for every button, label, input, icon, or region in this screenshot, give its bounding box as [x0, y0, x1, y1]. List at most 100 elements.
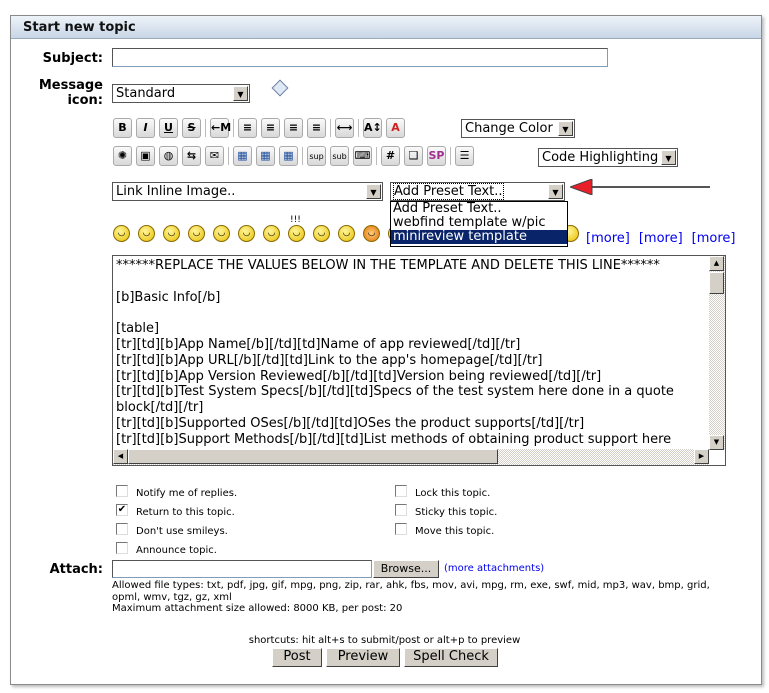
chevron-down-icon: ▼ [233, 86, 248, 101]
option-label: Return to this topic. [136, 507, 235, 518]
align-left-button[interactable]: ≡ [261, 118, 280, 138]
more-smileys-link[interactable]: [more] [639, 231, 683, 246]
align-left-icon: ≡ [265, 121, 276, 134]
vertical-scrollbar[interactable]: ▲ ▼ [709, 256, 725, 450]
font-size-button[interactable]: A↕ [363, 118, 382, 138]
underline-button[interactable]: U [159, 118, 178, 138]
email-button[interactable]: ✉ [205, 146, 224, 166]
bold-button[interactable]: B [113, 118, 132, 138]
strikethrough-button[interactable]: S [182, 118, 201, 138]
smiley-icon[interactable]: ◡ [188, 225, 205, 242]
option-checkbox[interactable] [116, 541, 128, 554]
scroll-left-icon[interactable]: ◀ [113, 449, 128, 464]
list-icon: ☰ [459, 149, 470, 162]
message-icon-select[interactable]: Standard ▼ [112, 84, 250, 103]
attach-file-input[interactable] [112, 560, 372, 578]
table-column-button[interactable]: ▦ [279, 146, 298, 166]
smiley-icon[interactable]: ◡ [338, 225, 355, 242]
align-justify-icon: ≡ [242, 121, 253, 134]
horizontal-rule-button[interactable]: ⟷ [335, 118, 354, 138]
more-attachments-link[interactable]: (more attachments) [444, 563, 544, 574]
smiley-icon[interactable]: ◡ [313, 225, 330, 242]
smiley-icon[interactable]: ◡ [113, 225, 130, 242]
underline-icon: U [164, 121, 173, 134]
align-center-button[interactable]: ≡ [284, 118, 303, 138]
more-smileys-link[interactable]: [more] [692, 231, 736, 246]
preset-text-select[interactable]: Add Preset Text.. ▼ [390, 182, 565, 201]
chevron-down-icon: ▼ [661, 150, 676, 165]
align-right-button[interactable]: ≡ [307, 118, 326, 138]
option-checkbox[interactable] [395, 484, 407, 497]
ftp-button[interactable]: ⇆ [182, 146, 201, 166]
option-row: Notify me of replies. [116, 481, 237, 500]
max-attachment-size: Maximum attachment size allowed: 8000 KB… [112, 603, 403, 614]
superscript-button[interactable]: sup [307, 146, 326, 166]
spoiler-button[interactable]: SP [427, 146, 446, 166]
spell-check-button[interactable]: Spell Check [404, 648, 498, 667]
table-button[interactable]: ▦ [233, 146, 252, 166]
scroll-thumb-horizontal[interactable] [128, 449, 498, 464]
horizontal-scrollbar[interactable]: ◀ ▶ [113, 449, 709, 465]
horizontal-rule-icon: ⟷ [336, 121, 353, 134]
align-justify-button[interactable]: ≡ [238, 118, 257, 138]
smiley-icon[interactable]: ◡ [288, 225, 305, 242]
option-row: Move this topic. [395, 519, 497, 538]
option-checkbox[interactable] [116, 522, 128, 535]
panel-title: Start new topic [11, 16, 761, 39]
option-label: Move this topic. [415, 526, 495, 537]
browse-button[interactable]: Browse... [373, 560, 439, 578]
smiley-icon[interactable]: ◡ [263, 225, 280, 242]
flash-button[interactable]: ✺ [113, 146, 132, 166]
table-column-icon: ▦ [283, 149, 294, 162]
message-textarea[interactable]: ******REPLACE THE VALUES BELOW IN THE TE… [112, 255, 726, 466]
option-checkbox[interactable] [395, 522, 407, 535]
scroll-down-icon[interactable]: ▼ [709, 435, 724, 450]
toolbar-separator [376, 147, 377, 165]
quote-button[interactable]: ❑ [404, 146, 423, 166]
allowed-file-types: Allowed file types: txt, pdf, jpg, gif, … [112, 580, 710, 603]
table-row-button[interactable]: ▦ [256, 146, 275, 166]
scroll-thumb[interactable] [709, 272, 724, 294]
more-smileys-link[interactable]: [more] [586, 231, 630, 246]
smiley-icon[interactable]: ◡ [163, 225, 180, 242]
toolbar-separator [330, 119, 331, 137]
smiley-exclaim-label: !!! [290, 215, 301, 225]
preset-option[interactable]: Add Preset Text.. [391, 202, 567, 216]
smiley-icon[interactable]: ◡ [238, 225, 255, 242]
preset-option[interactable]: webfind template w/pic [391, 216, 567, 230]
option-label: Announce topic. [136, 545, 217, 556]
option-checkbox[interactable]: ✔ [116, 503, 128, 516]
preset-option-highlighted[interactable]: minireview template [391, 230, 567, 244]
image-button[interactable]: ▣ [136, 146, 155, 166]
preview-button[interactable]: Preview [326, 648, 400, 667]
subscript-button[interactable]: sub [330, 146, 349, 166]
smiley-icon[interactable]: ◡ [138, 225, 155, 242]
smiley-icon[interactable]: ◡ [213, 225, 230, 242]
post-button[interactable]: Post [272, 648, 322, 667]
change-color-select[interactable]: Change Color ▼ [461, 119, 575, 138]
option-checkbox[interactable] [395, 503, 407, 516]
option-label: Lock this topic. [415, 488, 491, 499]
option-row: ✔ Return to this topic. [116, 500, 237, 519]
email-icon: ✉ [209, 149, 220, 162]
font-color-button[interactable]: A [386, 118, 405, 138]
link-inline-image-select[interactable]: Link Inline Image.. ▼ [112, 182, 383, 201]
subject-input[interactable] [112, 48, 608, 67]
align-center-icon: ≡ [288, 121, 299, 134]
italic-button[interactable]: I [136, 118, 155, 138]
code-button[interactable]: # [381, 146, 400, 166]
table-row-icon: ▦ [260, 149, 271, 162]
flash-icon: ✺ [117, 149, 128, 162]
shortcuts-hint: shortcuts: hit alt+s to submit/post or a… [248, 635, 521, 646]
teletype-button[interactable]: ⌨ [353, 146, 372, 166]
indent-button[interactable]: ←M [210, 118, 231, 138]
list-button[interactable]: ☰ [455, 146, 474, 166]
smiley-icon[interactable]: ◡ [363, 225, 380, 242]
scroll-right-icon[interactable]: ▶ [694, 449, 709, 464]
code-highlighting-select[interactable]: Code Highlighting ▼ [538, 148, 678, 167]
option-checkbox[interactable] [116, 484, 128, 497]
more-smileys-links: [more] [more] [more] [586, 231, 735, 246]
message-icon-label-line1: Message [38, 78, 103, 93]
scroll-up-icon[interactable]: ▲ [709, 256, 724, 271]
hyperlink-button[interactable]: ◍ [159, 146, 178, 166]
